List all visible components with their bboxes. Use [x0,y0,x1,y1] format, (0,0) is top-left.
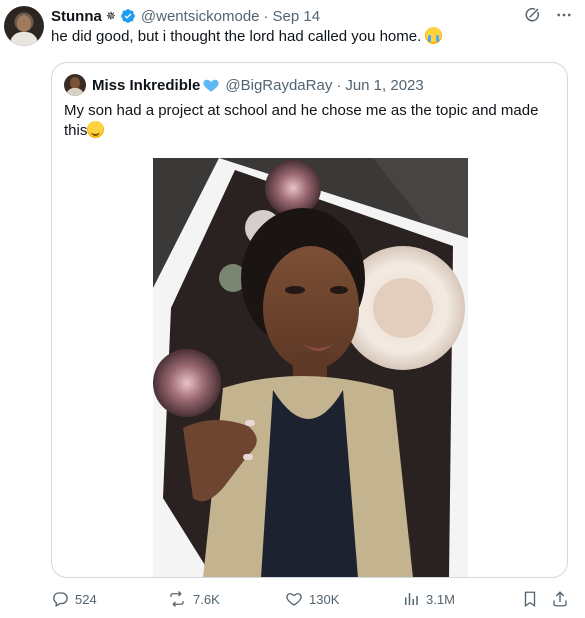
author-handle[interactable]: @wentsickomode [141,8,260,25]
bookmark-icon [521,590,539,608]
separator-dot: · [263,7,269,25]
avatar-shirt [10,32,38,46]
repost-icon [167,590,187,608]
quote-photo[interactable] [153,158,468,577]
grok-icon[interactable] [523,6,541,24]
tweet-action-bar: 524 7.6K 130K 3.1M [51,590,571,610]
quote-separator-dot: · [336,76,342,94]
blue-heart-icon [202,76,220,94]
quote-author-avatar[interactable] [64,74,86,96]
more-icon[interactable] [555,6,573,24]
quote-author-display-name[interactable]: Miss Inkredible [92,77,200,94]
quote-avatar-shirt [66,88,84,96]
author-display-name[interactable]: Stunna [51,8,102,25]
photo-illustration [153,158,468,577]
views-button[interactable]: 3.1M [402,590,455,608]
tweet-date[interactable]: Sep 14 [273,8,321,25]
quote-author-handle[interactable]: @BigRaydaRay [225,77,332,94]
quote-text: My son had a project at school and he ch… [64,101,559,141]
reply-icon [51,590,69,608]
name-emblem: ✵ [105,9,116,23]
tweet-top-actions [523,6,573,24]
loudly-crying-face-icon [425,27,443,44]
verified-badge-icon[interactable] [120,8,136,24]
reply-button[interactable]: 524 [51,590,97,608]
quote-header: Miss Inkredible @BigRaydaRay · Jun 1, 20… [92,75,424,95]
like-icon [285,590,303,608]
quoted-tweet[interactable]: Miss Inkredible @BigRaydaRay · Jun 1, 20… [51,62,568,578]
reply-count: 524 [75,591,97,607]
avatar-face [17,15,31,32]
views-icon [402,590,420,608]
quote-text-content: My son had a project at school and he ch… [64,102,539,139]
tweet-text-content: he did good, but i thought the lord had … [51,28,422,45]
repost-button[interactable]: 7.6K [167,590,220,608]
repost-count: 7.6K [193,591,220,607]
author-avatar[interactable] [4,6,44,46]
smiling-face-with-tear-icon [87,121,105,138]
views-count: 3.1M [426,591,455,607]
share-icon [551,590,569,608]
like-button[interactable]: 130K [285,590,339,608]
bookmark-button[interactable] [521,590,539,608]
share-button[interactable] [551,590,569,608]
like-count: 130K [309,591,340,607]
tweet-text: he did good, but i thought the lord had … [51,27,443,47]
quote-date[interactable]: Jun 1, 2023 [345,77,423,94]
tweet-header: Stunna ✵ @wentsickomode · Sep 14 [51,6,320,26]
